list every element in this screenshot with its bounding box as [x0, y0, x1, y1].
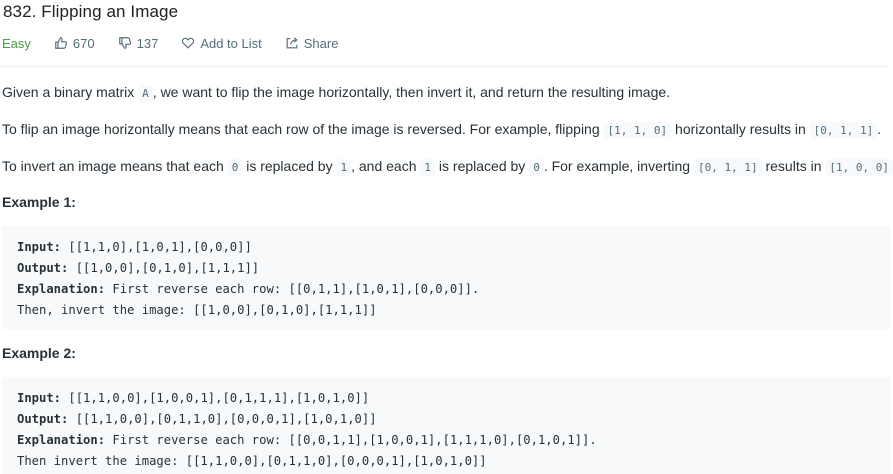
heart-icon	[182, 37, 195, 49]
inline-code: 1	[336, 159, 352, 176]
difficulty-badge: Easy	[2, 35, 31, 51]
example-explanation-line: Explanation: First reverse each row: [[0…	[17, 279, 876, 300]
problem-meta-bar: Easy 670 137 Add to List Share	[2, 34, 361, 52]
thumbs-up-icon	[55, 37, 68, 49]
text: is replaced by	[242, 158, 337, 174]
text: Given a binary matrix	[2, 84, 139, 100]
inline-code: [0, 1, 1]	[809, 122, 878, 139]
input-value: [[1,1,0,0],[1,0,0,1],[0,1,1,1],[1,0,1,0]…	[61, 391, 370, 405]
text: results in	[761, 158, 826, 174]
inline-code: A	[138, 85, 153, 102]
output-value: [[1,1,0,0],[0,1,1,0],[0,0,0,1],[1,0,1,0]…	[68, 412, 377, 426]
output-label: Output:	[17, 261, 69, 275]
output-value: [[1,0,0],[0,1,0],[1,1,1]]	[68, 261, 260, 275]
inline-code: [1, 0, 0]	[825, 159, 893, 176]
inline-code: [1, 1, 0]	[603, 122, 672, 139]
inline-code: 0	[529, 159, 544, 176]
inline-code: 1	[420, 159, 436, 176]
page-title: 832. Flipping an Image	[3, 2, 179, 21]
input-value: [[1,1,0],[1,0,1],[0,0,0]]	[61, 240, 252, 254]
thumbs-down-icon	[118, 37, 131, 49]
example-output-line: Output: [[1,1,0,0],[0,1,1,0],[0,0,0,1],[…	[17, 409, 876, 430]
inline-code: 0	[227, 159, 243, 176]
example-output-line: Output: [[1,0,0],[0,1,0],[1,1,1]]	[17, 258, 876, 279]
text: horizontally results in	[671, 121, 810, 137]
example-1-title: Example 1:	[2, 194, 76, 210]
like-count: 670	[72, 35, 95, 51]
inline-code: [0, 1, 1]	[693, 159, 762, 176]
add-to-list-button[interactable]: Add to List	[181, 35, 262, 51]
description-paragraph-2: To flip an image horizontally means that…	[2, 121, 882, 139]
share-icon	[286, 37, 298, 49]
example-2-title: Example 2:	[2, 345, 76, 361]
example-then-line: Then, invert the image: [[1,0,0],[0,1,0]…	[17, 303, 377, 317]
example-input-line: Input: [[1,1,0,0],[1,0,0,1],[0,1,1,1],[1…	[17, 388, 876, 409]
dislike-button[interactable]: 137	[118, 35, 159, 51]
share-button[interactable]: Share	[285, 35, 339, 51]
text: To flip an image horizontally means that…	[2, 121, 604, 137]
like-button[interactable]: 670	[54, 36, 95, 51]
text: . For example, inverting	[543, 158, 694, 174]
example-2-code-block: Input: [[1,1,0,0],[1,0,0,1],[0,1,1,1],[1…	[2, 377, 891, 474]
explanation-label: Explanation:	[17, 282, 106, 296]
header-divider	[0, 66, 890, 67]
add-to-list-label: Add to List	[200, 35, 262, 51]
example-explanation-line: Explanation: First reverse each row: [[0…	[17, 430, 876, 451]
text: .	[877, 121, 882, 137]
share-label: Share	[303, 35, 339, 51]
description-paragraph-3: To invert an image means that each 0 is …	[2, 158, 893, 176]
text: is replaced by	[435, 158, 530, 174]
description-paragraph-1: Given a binary matrix A, we want to flip…	[2, 84, 671, 102]
text: To invert an image means that each	[2, 158, 228, 174]
input-label: Input:	[17, 391, 62, 405]
text: , and each	[351, 158, 421, 174]
example-1-code-block: Input: [[1,1,0],[1,0,1],[0,0,0]] Output:…	[2, 226, 891, 329]
example-input-line: Input: [[1,1,0],[1,0,1],[0,0,0]]	[17, 237, 876, 258]
input-label: Input:	[17, 240, 62, 254]
dislike-count: 137	[136, 35, 159, 51]
example-then-line: Then invert the image: [[1,1,0,0],[0,1,1…	[17, 454, 487, 468]
text: , we want to flip the image horizontally…	[152, 84, 671, 100]
explanation-value: First reverse each row: [[0,1,1],[1,0,1]…	[105, 282, 480, 296]
output-label: Output:	[17, 412, 69, 426]
explanation-value: First reverse each row: [[0,0,1,1],[1,0,…	[105, 433, 597, 447]
explanation-label: Explanation:	[17, 433, 106, 447]
